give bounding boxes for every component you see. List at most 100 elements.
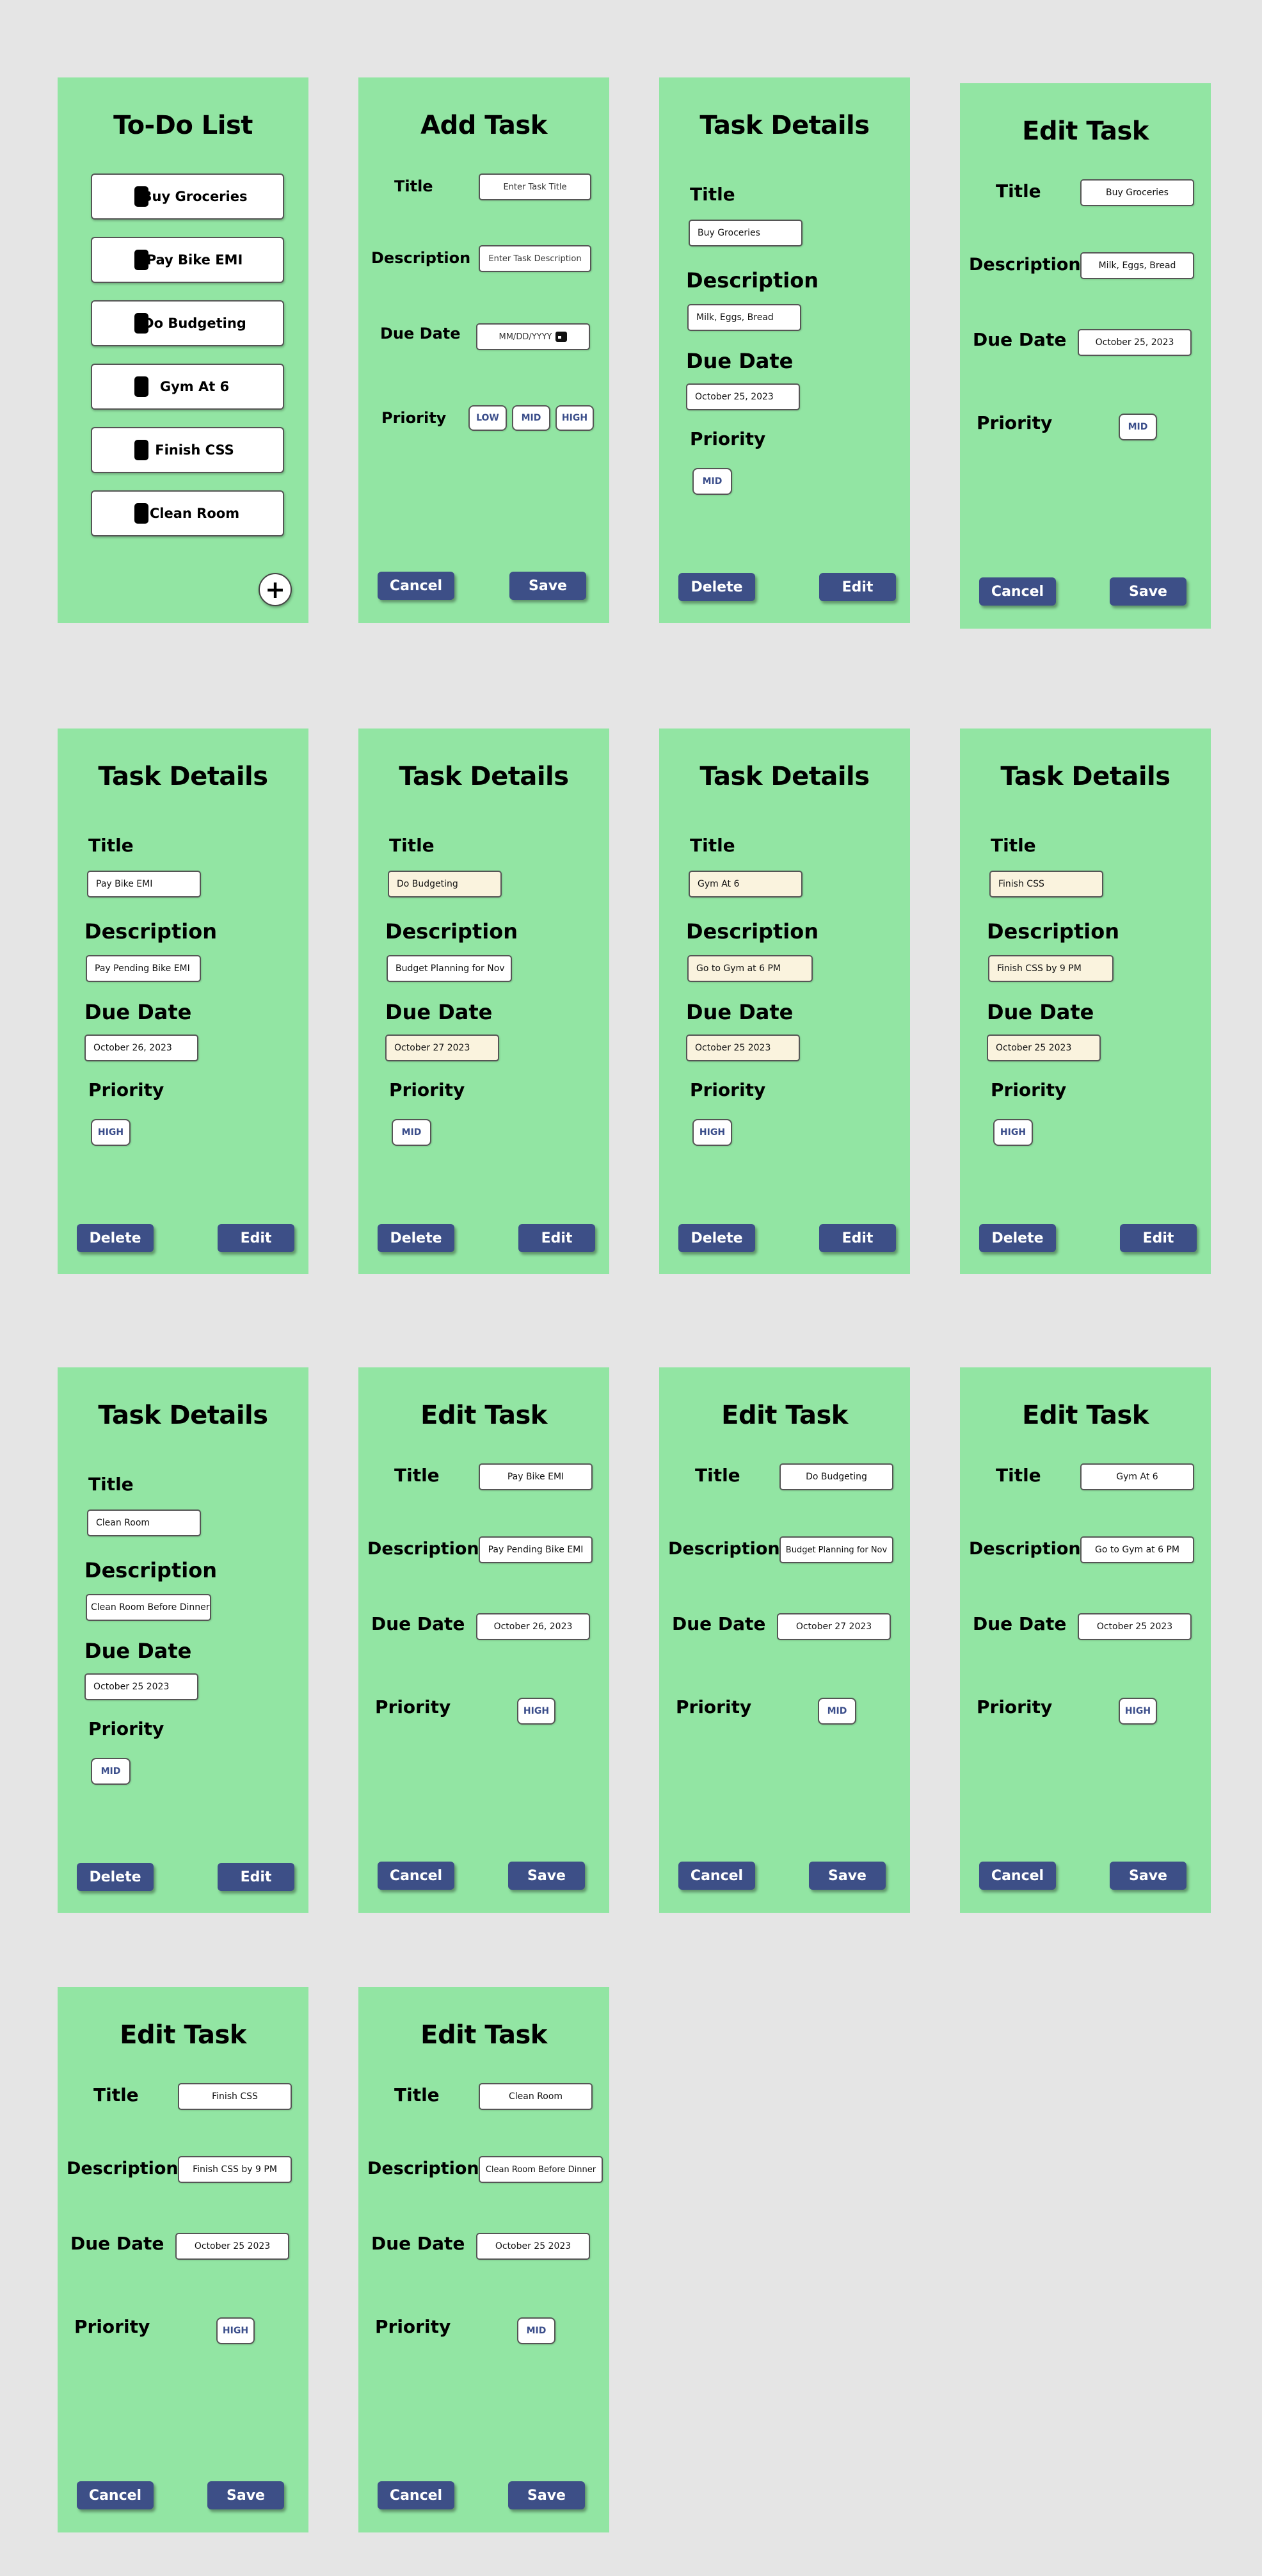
save-button[interactable]: Save — [1110, 577, 1186, 606]
delete-button[interactable]: Delete — [678, 1224, 755, 1252]
cancel-button[interactable]: Cancel — [979, 1862, 1056, 1890]
priority-badge[interactable]: HIGH — [216, 2317, 255, 2344]
cancel-button[interactable]: Cancel — [378, 1862, 454, 1890]
description-field[interactable]: Milk, Eggs, Bread — [1080, 252, 1194, 279]
cancel-button[interactable]: Cancel — [77, 2481, 154, 2509]
title-label: Title — [690, 184, 735, 205]
checkbox-icon[interactable] — [134, 250, 148, 270]
due-date-field[interactable]: October 26, 2023 — [476, 1613, 590, 1640]
description-field[interactable]: Pay Pending Bike EMI — [479, 1536, 593, 1563]
checkbox-icon[interactable] — [134, 440, 148, 460]
due-date-field[interactable]: October 25 2023 — [175, 2233, 289, 2260]
checkbox-icon[interactable] — [134, 186, 148, 207]
title-label: Title — [690, 835, 735, 856]
cancel-button[interactable]: Cancel — [378, 572, 454, 600]
delete-button[interactable]: Delete — [77, 1224, 154, 1252]
description-field[interactable]: Clean Room Before Dinner — [479, 2156, 603, 2183]
title-field[interactable]: Finish CSS — [178, 2083, 292, 2110]
save-button[interactable]: Save — [508, 1862, 585, 1890]
title-field[interactable]: Do Budgeting — [779, 1463, 893, 1490]
title-label: Title — [389, 835, 435, 856]
description-field[interactable]: Clean Room Before Dinner — [86, 1594, 211, 1621]
save-button[interactable]: Save — [1110, 1862, 1186, 1890]
due-date-field[interactable]: October 27 2023 — [385, 1034, 499, 1061]
title-label: Title — [88, 835, 134, 856]
description-field[interactable]: Go to Gym at 6 PM — [1080, 1536, 1194, 1563]
due-date-field[interactable]: October 25 2023 — [1078, 1613, 1192, 1640]
priority-mid-button[interactable]: MID — [512, 405, 550, 431]
title-field[interactable]: Gym At 6 — [689, 871, 803, 898]
checkbox-icon[interactable] — [134, 376, 148, 397]
list-item-label: Buy Groceries — [141, 189, 248, 204]
title-field[interactable]: Do Budgeting — [388, 871, 502, 898]
delete-button[interactable]: Delete — [378, 1224, 454, 1252]
priority-badge[interactable]: HIGH — [1119, 1698, 1157, 1725]
description-field[interactable]: Budget Planning for Nov — [387, 955, 512, 982]
priority-badge[interactable]: MID — [517, 2317, 555, 2344]
edit-button[interactable]: Edit — [1120, 1224, 1197, 1252]
edit-button[interactable]: Edit — [819, 1224, 896, 1252]
description-field[interactable]: Pay Pending Bike EMI — [86, 955, 201, 982]
edit-button[interactable]: Edit — [819, 573, 896, 601]
due-date-field[interactable]: October 25 2023 — [686, 1034, 800, 1061]
checkbox-icon[interactable] — [134, 503, 148, 524]
add-task-button[interactable]: + — [259, 573, 292, 606]
due-date-label: Due Date — [672, 1613, 766, 1634]
edit-button[interactable]: Edit — [218, 1224, 294, 1252]
due-date-field[interactable]: October 25 2023 — [476, 2233, 590, 2260]
due-date-field[interactable]: October 27 2023 — [777, 1613, 891, 1640]
title-field[interactable]: Pay Bike EMI — [479, 1463, 593, 1490]
description-label: Description — [686, 268, 819, 293]
description-field[interactable]: Enter Task Description — [479, 245, 591, 272]
title-field[interactable]: Enter Task Title — [479, 173, 591, 200]
list-item[interactable]: Buy Groceries — [91, 173, 284, 220]
save-button[interactable]: Save — [508, 2481, 585, 2509]
save-button[interactable]: Save — [809, 1862, 886, 1890]
due-date-field[interactable]: October 25, 2023 — [686, 383, 800, 410]
list-item[interactable]: Finish CSS — [91, 427, 284, 473]
description-label: Description — [969, 1539, 1081, 1559]
due-date-field[interactable]: October 25 2023 — [84, 1673, 198, 1700]
priority-badge[interactable]: MID — [818, 1698, 856, 1725]
title-field[interactable]: Pay Bike EMI — [87, 871, 201, 898]
due-date-field[interactable]: October 26, 2023 — [84, 1034, 198, 1061]
delete-button[interactable]: Delete — [77, 1863, 154, 1891]
priority-badge[interactable]: MID — [1119, 414, 1157, 440]
title-field[interactable]: Finish CSS — [989, 871, 1103, 898]
description-field[interactable]: Finish CSS by 9 PM — [988, 955, 1114, 982]
description-field[interactable]: Budget Planning for Nov — [779, 1536, 893, 1563]
title-label: Title — [996, 1465, 1041, 1486]
description-field[interactable]: Finish CSS by 9 PM — [178, 2156, 292, 2183]
title-field[interactable]: Buy Groceries — [1080, 179, 1194, 206]
title-field[interactable]: Clean Room — [479, 2083, 593, 2110]
list-item[interactable]: Do Budgeting — [91, 300, 284, 346]
priority-high-button[interactable]: HIGH — [555, 405, 594, 431]
save-button[interactable]: Save — [207, 2481, 284, 2509]
description-field[interactable]: Milk, Eggs, Bread — [687, 304, 801, 331]
priority-low-button[interactable]: LOW — [468, 405, 507, 431]
description-field[interactable]: Go to Gym at 6 PM — [687, 955, 813, 982]
list-item[interactable]: Gym At 6 — [91, 364, 284, 410]
list-item[interactable]: Pay Bike EMI — [91, 237, 284, 283]
list-item[interactable]: Clean Room — [91, 490, 284, 536]
save-button[interactable]: Save — [509, 572, 586, 600]
title-field[interactable]: Buy Groceries — [689, 220, 803, 246]
title-field[interactable]: Gym At 6 — [1080, 1463, 1194, 1490]
edit-task-screen: Edit Task Title Pay Bike EMI Description… — [358, 1367, 609, 1913]
cancel-button[interactable]: Cancel — [979, 577, 1056, 606]
cancel-button[interactable]: Cancel — [378, 2481, 454, 2509]
delete-button[interactable]: Delete — [678, 573, 755, 601]
edit-button[interactable]: Edit — [218, 1863, 294, 1891]
due-date-field[interactable]: MM/DD/YYYY — [476, 323, 590, 350]
delete-button[interactable]: Delete — [979, 1224, 1056, 1252]
checkbox-icon[interactable] — [134, 313, 148, 334]
calendar-icon[interactable] — [555, 332, 568, 342]
cancel-button[interactable]: Cancel — [678, 1862, 755, 1890]
page-title: Task Details — [98, 762, 268, 791]
edit-button[interactable]: Edit — [518, 1224, 595, 1252]
page-title: Edit Task — [420, 1401, 547, 1430]
priority-badge[interactable]: HIGH — [517, 1698, 555, 1725]
due-date-field[interactable]: October 25 2023 — [987, 1034, 1101, 1061]
due-date-field[interactable]: October 25, 2023 — [1078, 329, 1192, 356]
title-field[interactable]: Clean Room — [87, 1509, 201, 1536]
